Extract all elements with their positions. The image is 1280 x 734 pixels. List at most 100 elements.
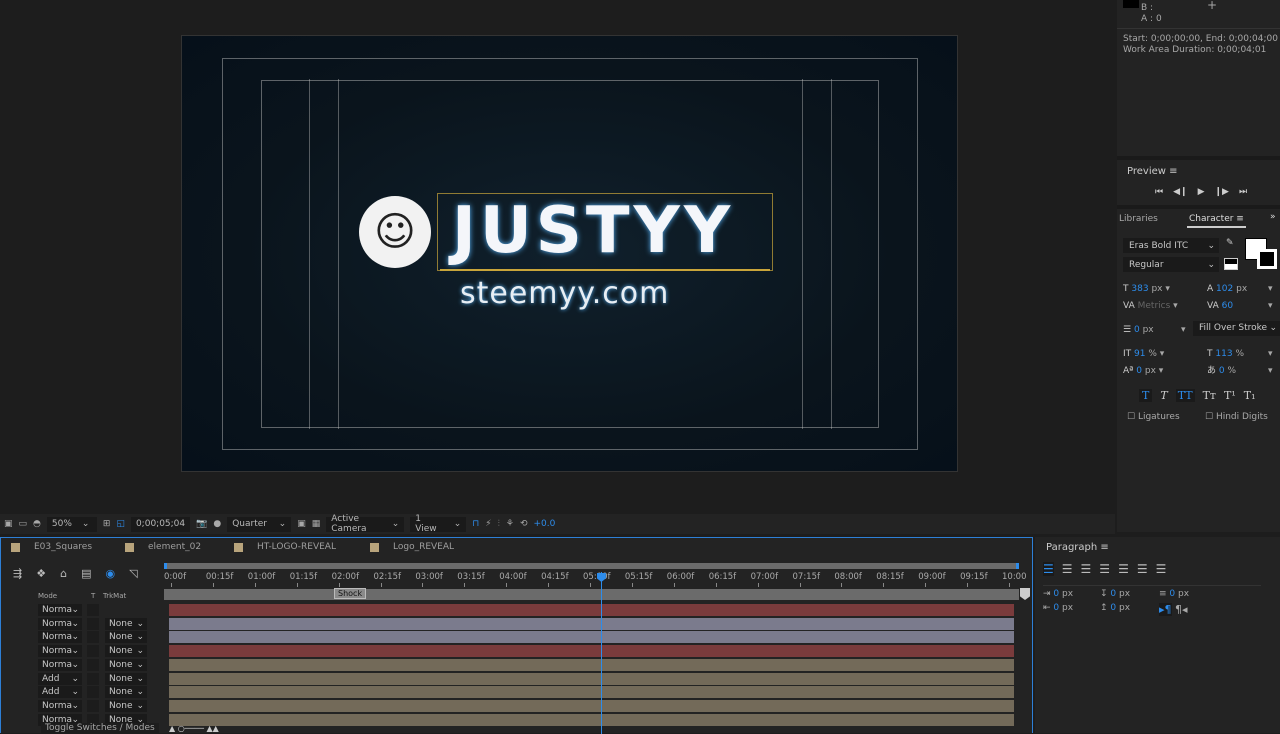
mask-icon[interactable]: ◓	[33, 519, 41, 529]
blend-mode-select[interactable]: Add ⌄	[38, 672, 82, 685]
layer-row[interactable]: Norma ⌄	[1, 604, 1032, 617]
fast-preview-icon[interactable]: ⊓	[472, 519, 479, 529]
playhead[interactable]	[600, 572, 602, 734]
resolution-dropdown[interactable]: Quarter ⌄	[227, 516, 292, 532]
graph-editor-icon[interactable]: ◹	[129, 567, 137, 580]
track-matte-select[interactable]: None ⌄	[105, 658, 147, 671]
paragraph-menu-icon[interactable]: ≡	[1100, 542, 1108, 553]
toggle-switches-modes[interactable]: Toggle Switches / Modes	[41, 723, 159, 733]
blend-mode-select[interactable]: Norma ⌄	[38, 604, 82, 616]
align-center-button[interactable]: ☰	[1062, 562, 1073, 576]
font-style-select[interactable]: Regular ⌄	[1123, 257, 1219, 272]
font-size-value[interactable]: 383	[1131, 284, 1148, 294]
tracking-value[interactable]: 60	[1222, 301, 1233, 311]
prev-frame-button[interactable]: ◀❙	[1173, 187, 1187, 197]
checkerboard-icon[interactable]: ▦	[312, 519, 321, 529]
vertical-scale-value[interactable]: 91	[1134, 349, 1145, 359]
work-area-range[interactable]	[164, 589, 1019, 600]
layer-row[interactable]: Norma ⌄ None ⌄	[1, 645, 1032, 658]
blend-mode-select[interactable]: Norma ⌄	[38, 658, 82, 671]
layer-duration-bar[interactable]	[169, 658, 1014, 671]
preserve-transparency-toggle[interactable]	[87, 658, 99, 671]
space-before-value[interactable]: 0	[1110, 589, 1116, 599]
toggle-3d-icon[interactable]: ⚡	[485, 519, 491, 529]
kerning-value[interactable]: Metrics	[1138, 301, 1171, 311]
layer-duration-bar[interactable]	[169, 645, 1014, 658]
track-matte-select[interactable]: None ⌄	[105, 686, 147, 699]
snapshot-icon[interactable]: 📷	[196, 519, 207, 529]
justify-center-button[interactable]: ☰	[1118, 562, 1129, 576]
track-matte-select[interactable]: None ⌄	[105, 672, 147, 685]
indent-first-value[interactable]: 0	[1169, 589, 1175, 599]
blend-mode-select[interactable]: Norma ⌄	[38, 617, 82, 630]
draft-3d-icon[interactable]: ❖	[36, 567, 46, 580]
exposure-icon[interactable]: ⟲	[520, 519, 528, 529]
layer-row[interactable]: Add ⌄ None ⌄	[1, 672, 1032, 686]
preserve-transparency-toggle[interactable]	[87, 672, 99, 685]
tab-logo-reveal[interactable]: Logo_REVEAL	[393, 542, 454, 552]
track-matte-select[interactable]: None ⌄	[105, 645, 147, 658]
small-caps-button[interactable]: Tт	[1203, 389, 1216, 402]
preserve-transparency-toggle[interactable]	[87, 645, 99, 658]
leading-value[interactable]: 102	[1216, 284, 1233, 294]
eyedropper-icon[interactable]: ✎	[1226, 238, 1234, 248]
justify-right-button[interactable]: ☰	[1137, 562, 1148, 576]
blend-mode-select[interactable]: Add ⌄	[38, 686, 82, 699]
font-family-select[interactable]: Eras Bold ITC ⌄	[1123, 238, 1219, 253]
justify-left-button[interactable]: ☰	[1099, 562, 1110, 576]
motion-blur-icon[interactable]: ◉	[105, 567, 115, 580]
layer-duration-bar[interactable]	[169, 672, 1014, 685]
track-matte-select[interactable]: None ⌄	[105, 631, 147, 644]
horizontal-scale-value[interactable]: 113	[1215, 349, 1232, 359]
grid-icon[interactable]: ⊞	[103, 519, 111, 529]
exposure-value[interactable]: +0.0	[534, 519, 556, 529]
monitor-icon[interactable]: ▭	[19, 519, 28, 529]
tab-character[interactable]: Character ≡	[1187, 214, 1246, 228]
last-frame-button[interactable]: ⏭	[1239, 187, 1247, 197]
tab-libraries[interactable]: Libraries	[1119, 214, 1158, 224]
work-area-bar[interactable]	[164, 563, 1019, 569]
layer-duration-bar[interactable]	[169, 617, 1014, 630]
faux-bold-button[interactable]: T	[1139, 389, 1153, 402]
layer-row[interactable]: Norma ⌄ None ⌄	[1, 617, 1032, 631]
faux-italic-button[interactable]: T	[1160, 389, 1167, 402]
layer-row[interactable]: Norma ⌄ None ⌄	[1, 699, 1032, 713]
stroke-mode-select[interactable]: Fill Over Stroke ⌄	[1193, 321, 1280, 336]
layer-duration-bar[interactable]	[169, 713, 1014, 726]
region-icon[interactable]: ▣	[4, 519, 13, 529]
tab-e03-squares[interactable]: E03_Squares	[34, 542, 92, 552]
transparency-icon[interactable]: ◱	[116, 519, 125, 529]
justify-all-button[interactable]: ☰	[1156, 562, 1167, 576]
preserve-transparency-toggle[interactable]	[87, 699, 99, 712]
comp-flowchart-icon[interactable]: ⇶	[13, 567, 22, 580]
space-after-value[interactable]: 0	[1110, 603, 1116, 613]
preview-menu-icon[interactable]: ≡	[1169, 166, 1177, 177]
rtl-direction-button[interactable]: ¶◂	[1175, 603, 1188, 616]
preserve-transparency-toggle[interactable]	[87, 686, 99, 699]
default-colors-icon[interactable]	[1224, 258, 1238, 270]
next-frame-button[interactable]: ❙▶	[1215, 187, 1229, 197]
align-left-button[interactable]: ☰	[1043, 562, 1054, 576]
align-right-button[interactable]: ☰	[1081, 562, 1092, 576]
stroke-color-swatch[interactable]	[1257, 249, 1277, 269]
preserve-transparency-toggle[interactable]	[87, 617, 99, 630]
blend-mode-select[interactable]: Norma ⌄	[38, 631, 82, 644]
play-button[interactable]: ▶	[1198, 187, 1205, 197]
roi-icon[interactable]: ▣	[297, 519, 306, 529]
layer-duration-bar[interactable]	[169, 699, 1014, 712]
all-caps-button[interactable]: TT	[1175, 389, 1195, 402]
first-frame-button[interactable]: ⏮	[1155, 187, 1163, 197]
preserve-transparency-toggle[interactable]	[87, 604, 99, 616]
ligatures-checkbox[interactable]: ☐ Ligatures	[1127, 412, 1180, 422]
flowchart-icon[interactable]: ⫶	[498, 519, 500, 529]
tab-element-02[interactable]: element_02	[148, 542, 201, 552]
camera-dropdown[interactable]: Active Camera ⌄	[326, 514, 405, 534]
network-icon[interactable]: ⚘	[506, 519, 514, 529]
zoom-slider[interactable]: ▲ ○──── ▲▲	[169, 724, 239, 733]
blend-mode-select[interactable]: Norma ⌄	[38, 699, 82, 712]
layer-row[interactable]: Norma ⌄ None ⌄	[1, 631, 1032, 644]
ltr-direction-button[interactable]: ▸¶	[1159, 603, 1172, 616]
track-matte-select[interactable]: None ⌄	[105, 617, 147, 630]
shy-icon[interactable]: ⌂	[60, 567, 67, 580]
indent-left-value[interactable]: 0	[1053, 589, 1059, 599]
